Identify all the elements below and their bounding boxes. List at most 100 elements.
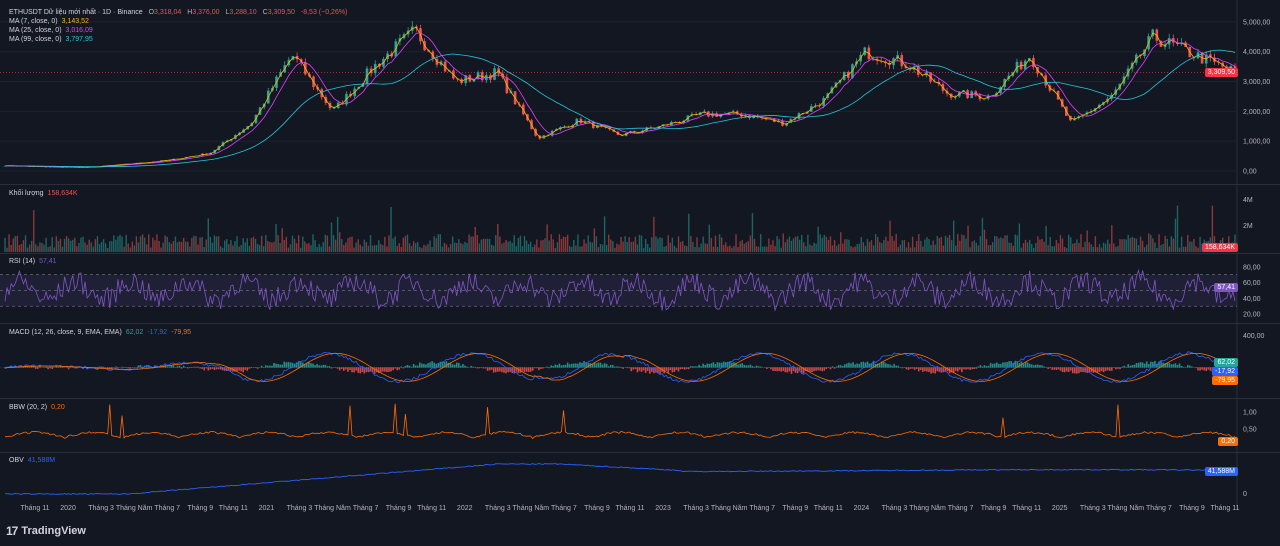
macd-histogram-bar <box>809 367 811 372</box>
volume-bar <box>813 242 815 252</box>
macd-histogram-bar <box>379 367 382 373</box>
macd-histogram-bar <box>638 367 641 371</box>
volume-bar <box>117 236 119 252</box>
volume-bar <box>234 241 236 252</box>
volume-bar <box>983 229 986 252</box>
bbw-legend[interactable]: BBW (20, 2) 0,20 <box>9 403 69 412</box>
macd-histogram-bar <box>275 363 277 368</box>
volume-bar <box>355 242 357 252</box>
volume-bar <box>751 213 754 252</box>
macd-histogram-bar <box>897 365 900 368</box>
volume-legend[interactable]: Khối lượng 158,634K <box>9 189 82 198</box>
volume-bar <box>755 246 758 252</box>
volume-bar <box>57 240 60 252</box>
volume-bar <box>722 244 725 252</box>
volume-bar <box>700 243 702 252</box>
volume-bar <box>417 241 419 252</box>
macd-histogram-bar <box>677 367 680 372</box>
macd-histogram-bar <box>1117 367 1119 369</box>
volume-bar <box>852 247 854 252</box>
macd-histogram-bar <box>570 363 573 368</box>
volume-bar <box>460 243 462 252</box>
macd-histogram-bar <box>174 366 177 368</box>
obv-legend[interactable]: OBV 41,588M <box>9 456 59 465</box>
macd-histogram-bar <box>1035 364 1037 368</box>
volume-bar <box>293 238 296 252</box>
macd-histogram-bar <box>394 367 396 369</box>
macd-histogram-bar <box>462 364 464 368</box>
volume-bar <box>632 241 635 252</box>
volume-bar <box>554 247 557 252</box>
volume-bar <box>308 243 310 252</box>
volume-bar <box>1127 234 1129 252</box>
macd-histogram-bar <box>979 365 982 368</box>
tradingview-logo[interactable]: 17 TradingView <box>6 524 86 538</box>
macd-histogram-bar <box>757 366 760 368</box>
volume-bar <box>1086 230 1088 252</box>
macd-histogram-bar <box>899 366 902 368</box>
macd-histogram-bar <box>614 366 616 368</box>
ma99-legend[interactable]: MA (99, close, 0) 3,797,95 <box>9 35 97 44</box>
ma25-legend[interactable]: MA (25, close, 0) 3,016,09 <box>9 26 97 35</box>
chart-canvas[interactable]: 5,000,004,000,003,000,002,000,001,000,00… <box>0 0 1280 546</box>
volume-bar <box>840 232 842 252</box>
macd-histogram-bar <box>404 365 407 368</box>
volume-bar <box>297 235 300 252</box>
ma7-legend[interactable]: MA (7, close, 0) 3,143,52 <box>9 17 93 26</box>
volume-bar <box>743 243 745 252</box>
volume-bar <box>985 239 988 252</box>
volume-bar <box>131 241 134 252</box>
macd-histogram-bar <box>924 367 926 372</box>
volume-bar <box>671 237 674 252</box>
symbol-label[interactable]: ETHUSDT Dữ liệu mới nhất · 1D · Binance <box>9 9 143 16</box>
macd-histogram-bar <box>714 364 717 368</box>
macd-histogram-bar <box>737 364 739 368</box>
macd-histogram-bar <box>531 367 534 371</box>
volume-bar <box>1070 237 1072 252</box>
volume-bar <box>1080 234 1082 252</box>
volume-bar <box>831 245 834 252</box>
volume-bar <box>952 220 955 252</box>
macd-histogram-bar <box>687 367 690 370</box>
volume-bar <box>252 236 255 252</box>
rsi-tick-label: 60,00 <box>1243 280 1261 287</box>
volume-bar <box>94 239 97 252</box>
macd-histogram-bar <box>205 367 208 369</box>
macd-legend[interactable]: MACD (12, 26, close, 9, EMA, EMA) 62,02 -1… <box>9 328 195 337</box>
macd-histogram-bar <box>690 366 692 368</box>
rsi-legend[interactable]: RSI (14) 57,41 <box>9 257 61 266</box>
volume-bar <box>162 242 164 252</box>
x-axis-label: Tháng 11 <box>219 505 248 512</box>
macd-histogram-bar <box>1145 361 1148 368</box>
volume-bar <box>920 240 922 252</box>
macd-histogram-bar <box>815 367 817 371</box>
volume-bar <box>1035 243 1037 252</box>
macd-histogram-bar <box>269 365 271 368</box>
macd-histogram-bar <box>636 367 639 373</box>
volume-bar <box>1049 237 1051 252</box>
macd-histogram-bar <box>554 364 557 368</box>
macd-histogram-bar <box>558 363 561 368</box>
volume-bar <box>1150 234 1152 252</box>
volume-bar <box>907 242 910 252</box>
macd-histogram-bar <box>841 365 844 368</box>
macd-histogram-bar <box>743 364 746 368</box>
macd-histogram-bar <box>215 367 218 370</box>
volume-bar <box>562 236 565 252</box>
macd-histogram-bar <box>1074 367 1076 374</box>
volume-bar <box>98 244 101 252</box>
price-badge: 3,309,50 <box>1204 68 1238 77</box>
volume-bar <box>125 234 127 252</box>
macd-histogram-bar <box>934 367 937 374</box>
macd-histogram-bar <box>1004 362 1006 368</box>
macd-histogram-bar <box>168 366 171 368</box>
volume-bar <box>911 236 914 252</box>
volume-bar <box>299 247 302 252</box>
volume-bar <box>552 239 554 252</box>
x-axis-label: Tháng 9 <box>584 505 610 512</box>
volume-bar <box>127 243 129 252</box>
volume-bar <box>357 239 359 252</box>
volume-bar <box>302 236 304 252</box>
volume-bar <box>661 237 663 252</box>
macd-histogram-bar <box>197 366 199 368</box>
